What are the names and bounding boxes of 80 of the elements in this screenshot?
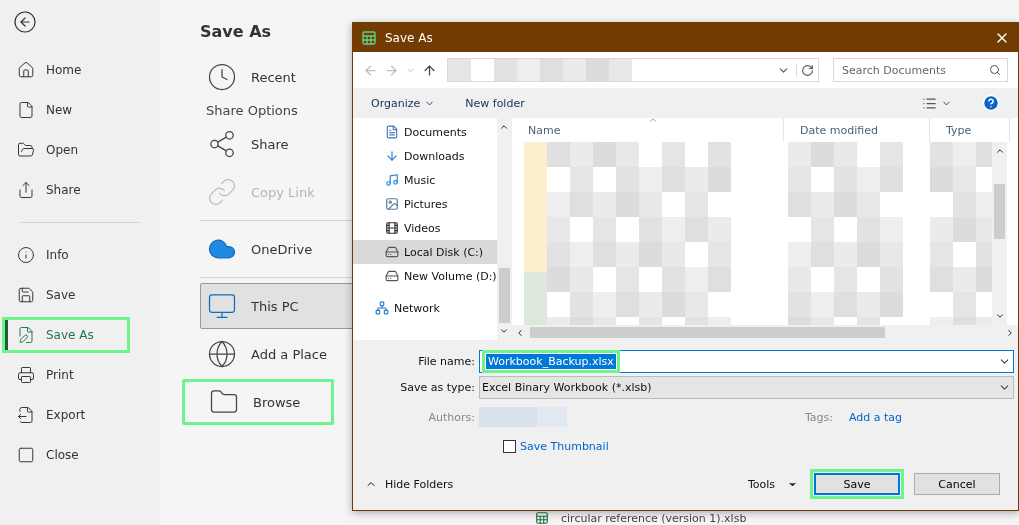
address-field[interactable] xyxy=(447,58,819,82)
drive-icon xyxy=(385,269,399,283)
back-button[interactable] xyxy=(13,10,39,36)
nav-item[interactable]: Open xyxy=(2,132,130,168)
folder-tree-item[interactable]: Network xyxy=(353,296,497,320)
share-icon xyxy=(17,181,35,199)
list-icon xyxy=(922,95,937,111)
scroll-left-icon[interactable] xyxy=(515,327,525,338)
help-icon[interactable] xyxy=(982,94,1000,112)
download-icon xyxy=(385,149,399,163)
clock-icon xyxy=(207,62,237,92)
scrollbar-thumb[interactable] xyxy=(498,268,510,323)
document-icon xyxy=(385,125,399,139)
folder-tree-item[interactable]: Downloads xyxy=(353,144,497,168)
globe-icon xyxy=(207,339,237,369)
save-thumbnail-label[interactable]: Save Thumbnail xyxy=(520,440,609,453)
page-title: Save As xyxy=(200,22,272,41)
share-icon xyxy=(207,129,237,159)
nav-item[interactable]: Export xyxy=(2,397,130,433)
scroll-right-icon[interactable] xyxy=(1005,327,1015,338)
export-icon xyxy=(17,406,35,424)
scroll-up-icon[interactable] xyxy=(994,146,1005,156)
save-type-label: Save as type: xyxy=(399,380,476,394)
file-name-value: Workbook_Backup.xlsx xyxy=(486,353,616,369)
folder-tree-item[interactable]: Pictures xyxy=(353,192,497,216)
nav-item[interactable]: Share xyxy=(2,172,130,208)
film-icon xyxy=(385,221,399,235)
authors-label: Authors: xyxy=(427,410,476,424)
horizontal-scrollbar[interactable] xyxy=(512,325,1018,340)
spreadsheet-icon xyxy=(361,29,377,46)
printer-icon xyxy=(17,366,35,384)
nav-item[interactable]: Close xyxy=(2,437,130,473)
folder-icon xyxy=(17,141,35,159)
search-box[interactable]: Search Documents xyxy=(833,58,1008,82)
search-icon xyxy=(989,64,1001,76)
music-note-icon xyxy=(385,173,399,187)
nav-item[interactable]: Info xyxy=(2,237,130,273)
location-item[interactable]: Browse xyxy=(182,379,334,425)
sort-icon xyxy=(647,115,658,125)
file-name-label: File name: xyxy=(417,354,476,368)
folder-tree-item[interactable]: Documents xyxy=(353,120,497,144)
square-icon xyxy=(17,446,35,464)
add-tag-link[interactable]: Add a tag xyxy=(849,410,903,424)
checkbox[interactable] xyxy=(503,440,516,453)
scroll-down-icon[interactable] xyxy=(994,311,1005,321)
folder-tree-item[interactable]: Videos xyxy=(353,216,497,240)
dialog-button[interactable]: Cancel xyxy=(914,473,1000,495)
scrollbar-thumb[interactable] xyxy=(994,184,1005,239)
recent-file-name: circular reference (version 1).xlsb xyxy=(561,511,747,525)
folder-tree-item[interactable]: Local Disk (C:) xyxy=(353,240,497,264)
computer-icon xyxy=(207,291,237,321)
view-options-button[interactable] xyxy=(922,95,952,111)
picture-icon xyxy=(385,197,399,211)
info-icon xyxy=(17,246,35,264)
tags-label: Tags: xyxy=(803,410,834,424)
nav-item[interactable]: Save xyxy=(2,277,130,313)
folder-tree-item[interactable]: Music xyxy=(353,168,497,192)
nav-item[interactable]: Home xyxy=(2,52,130,88)
dialog-button[interactable]: Save xyxy=(814,473,900,495)
network-icon xyxy=(375,301,389,315)
up-button[interactable] xyxy=(422,62,437,78)
save-type-dropdown[interactable]: Excel Binary Workbook (*.xlsb) xyxy=(479,375,1014,399)
nav-item[interactable]: Save As xyxy=(2,317,130,353)
scrollbar-thumb[interactable] xyxy=(530,327,885,338)
tools-button[interactable]: Tools xyxy=(747,477,798,491)
home-icon xyxy=(17,61,35,79)
scroll-up-icon[interactable] xyxy=(498,122,509,132)
nav-item[interactable]: Print xyxy=(2,357,130,393)
scroll-down-icon[interactable] xyxy=(498,326,509,336)
drive-icon xyxy=(385,245,399,259)
link-icon xyxy=(207,177,237,207)
file-name-field[interactable]: Workbook_Backup.xlsx xyxy=(479,349,1014,373)
dialog-title: Save As xyxy=(385,30,434,45)
hide-folders-button[interactable]: Hide Folders xyxy=(365,477,454,491)
scrollbar[interactable] xyxy=(992,142,1007,325)
search-field[interactable]: Search Documents xyxy=(840,62,989,78)
section-heading: Share Options xyxy=(206,103,298,118)
spreadsheet-icon xyxy=(535,511,549,525)
document-icon xyxy=(17,101,35,119)
nav-item[interactable]: New xyxy=(2,92,130,128)
